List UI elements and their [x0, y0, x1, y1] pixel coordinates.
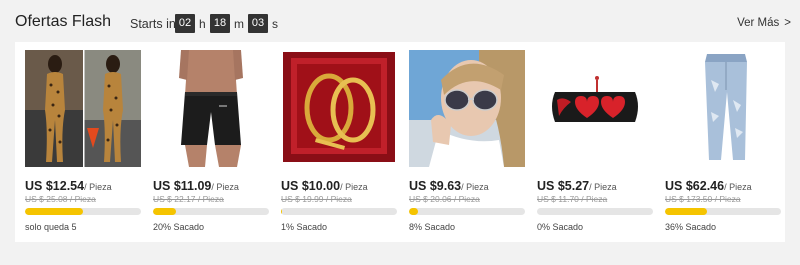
products-panel: US $12.54/ Pieza US $ 25.08 / Pieza solo… [15, 42, 785, 242]
gold-bracelet-image[interactable] [281, 50, 397, 167]
leopard-jumpsuit-image[interactable] [25, 50, 141, 167]
product-price: US $62.46/ Pieza [665, 179, 752, 193]
view-all-label: Ver Más [737, 17, 780, 29]
countdown-seconds: 03 [248, 14, 268, 33]
sold-status: 20% Sacado [153, 222, 205, 232]
minutes-unit: m [234, 17, 244, 31]
sold-status: 1% Sacado [281, 222, 328, 232]
product-price: US $10.00/ Pieza [281, 179, 368, 193]
product-card[interactable]: US $9.63/ Pieza US $ 20.06 / Pieza 8% Sa… [399, 42, 525, 242]
original-price: US $ 173.50 / Pieza [665, 194, 741, 204]
original-price: US $ 20.06 / Pieza [409, 194, 480, 204]
sold-status: 0% Sacado [537, 222, 584, 232]
sold-status: 8% Sacado [409, 222, 456, 232]
hours-unit: h [199, 17, 206, 31]
sold-status: 36% Sacado [665, 222, 717, 232]
product-card[interactable]: US $5.27/ Pieza US $ 11.70 / Pieza 0% Sa… [527, 42, 653, 242]
sold-progress-bar [665, 208, 781, 215]
heart-beaded-bracelet-image[interactable] [537, 50, 653, 167]
sold-progress-bar [281, 208, 397, 215]
sold-progress-fill [281, 208, 283, 215]
product-card[interactable]: US $62.46/ Pieza US $ 173.50 / Pieza 36%… [655, 42, 781, 242]
product-card[interactable]: US $11.09/ Pieza US $ 22.17 / Pieza 20% … [143, 42, 269, 242]
sold-progress-bar [537, 208, 653, 215]
original-price: US $ 25.08 / Pieza [25, 194, 96, 204]
countdown-hours: 02 [175, 14, 195, 33]
original-price: US $ 19.99 / Pieza [281, 194, 352, 204]
product-price: US $9.63/ Pieza [409, 179, 489, 193]
product-card[interactable]: US $12.54/ Pieza US $ 25.08 / Pieza solo… [15, 42, 141, 242]
chevron-right-icon: > [784, 17, 791, 29]
sunglasses-woman-image[interactable] [409, 50, 525, 167]
sold-status: solo queda 5 [25, 222, 77, 232]
sold-progress-bar [153, 208, 269, 215]
original-price: US $ 22.17 / Pieza [153, 194, 224, 204]
flash-deals-header: Ofertas Flash Starts in 02 h 18 m 03 s V… [0, 0, 800, 42]
sold-progress-fill [25, 208, 83, 215]
sold-progress-fill [153, 208, 177, 215]
sold-progress-fill [409, 208, 419, 215]
section-title: Ofertas Flash [15, 13, 112, 30]
starts-in-label: Starts in [130, 17, 176, 31]
seconds-unit: s [272, 17, 278, 31]
original-price: US $ 11.70 / Pieza [537, 194, 608, 204]
product-price: US $12.54/ Pieza [25, 179, 112, 193]
sold-progress-bar [409, 208, 525, 215]
product-price: US $5.27/ Pieza [537, 179, 617, 193]
ripped-jeans-image[interactable] [665, 50, 781, 167]
view-all-link[interactable]: Ver Más > [737, 17, 791, 29]
product-card[interactable]: US $10.00/ Pieza US $ 19.99 / Pieza 1% S… [271, 42, 397, 242]
product-price: US $11.09/ Pieza [153, 179, 239, 193]
sold-progress-bar [25, 208, 141, 215]
countdown-minutes: 18 [210, 14, 230, 33]
black-shorts-image[interactable] [153, 50, 269, 167]
sold-progress-fill [665, 208, 707, 215]
